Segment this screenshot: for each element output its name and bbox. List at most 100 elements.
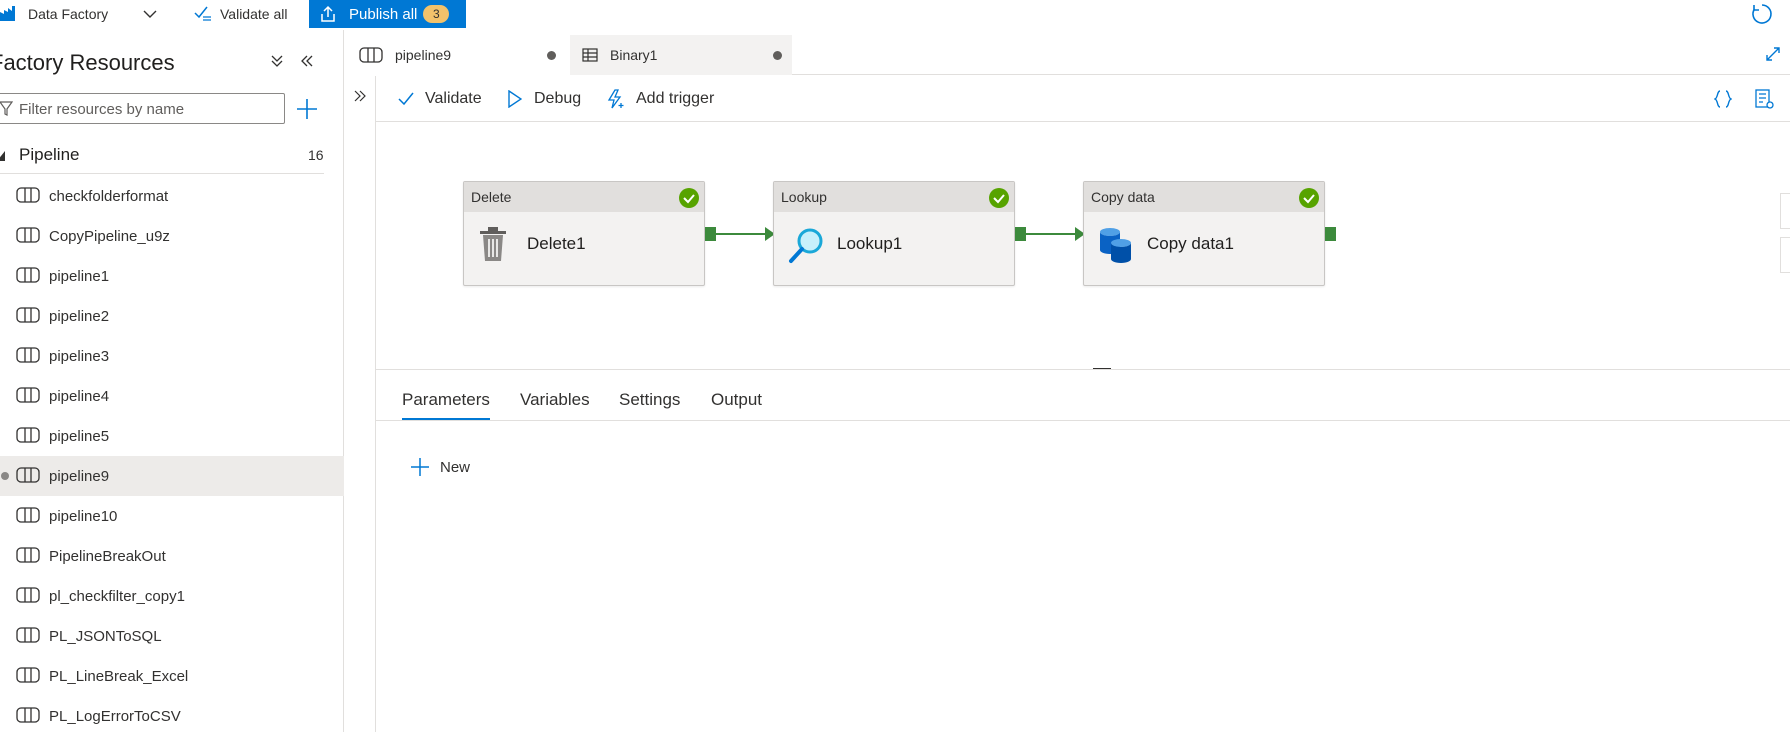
filter-icon bbox=[0, 101, 13, 117]
pipeline-icon bbox=[16, 427, 40, 447]
filter-box[interactable] bbox=[0, 93, 285, 124]
trash-icon bbox=[478, 226, 508, 265]
validate-label: Validate bbox=[425, 90, 482, 107]
unsaved-dot bbox=[773, 51, 782, 60]
factory-chevron-down-icon[interactable] bbox=[143, 0, 157, 28]
tab-binary1[interactable]: Binary1 bbox=[570, 35, 792, 75]
pipeline-list-item[interactable]: PL_JSONToSQL bbox=[0, 616, 344, 656]
activity-name: Delete1 bbox=[527, 234, 586, 253]
add-trigger-label: Add trigger bbox=[636, 90, 715, 107]
tab-settings[interactable]: Settings bbox=[619, 390, 680, 410]
refresh-icon[interactable] bbox=[1751, 0, 1773, 28]
tab-output[interactable]: Output bbox=[711, 390, 762, 410]
play-icon bbox=[508, 90, 522, 108]
connector-line bbox=[716, 233, 766, 235]
pipeline-icon bbox=[16, 307, 40, 327]
activity-type-label: Copy data bbox=[1084, 182, 1324, 212]
panel-title: Factory Resources bbox=[0, 50, 175, 75]
tab-label: pipeline9 bbox=[395, 47, 452, 63]
pipeline-icon bbox=[16, 667, 40, 687]
add-trigger-button[interactable]: Add trigger bbox=[606, 76, 714, 122]
debug-button[interactable]: Debug bbox=[508, 76, 581, 122]
canvas-control[interactable] bbox=[1780, 193, 1790, 229]
expand-panel-icon[interactable] bbox=[354, 90, 366, 102]
factory-icon bbox=[0, 6, 18, 22]
success-check-icon bbox=[989, 188, 1009, 208]
debug-label: Debug bbox=[534, 90, 582, 107]
collapse-panel-icon[interactable] bbox=[300, 54, 314, 68]
pipeline-list-item[interactable]: pipeline3 bbox=[0, 336, 344, 376]
pipeline-list-item[interactable]: PL_LineBreak_Excel bbox=[0, 656, 344, 696]
maximize-icon[interactable] bbox=[1765, 46, 1781, 62]
pipeline-list-item[interactable]: pipeline5 bbox=[0, 416, 344, 456]
category-count: 16 bbox=[308, 147, 324, 163]
collapse-triangle-icon bbox=[0, 151, 5, 161]
connector-line bbox=[1026, 233, 1076, 235]
activity-type-label: Lookup bbox=[774, 182, 1014, 212]
properties-icon[interactable] bbox=[1754, 76, 1774, 122]
editor-tabs: pipeline9 Binary1 bbox=[345, 35, 1790, 75]
output-port[interactable] bbox=[1015, 227, 1026, 241]
pipeline-icon bbox=[16, 267, 40, 287]
activity-copy-data[interactable]: Copy data Copy data1 bbox=[1083, 181, 1325, 286]
pipeline-list-item[interactable]: pipeline4 bbox=[0, 376, 344, 416]
unsaved-dot bbox=[1, 472, 9, 480]
publish-count-badge: 3 bbox=[423, 5, 450, 23]
new-parameter-button[interactable]: New bbox=[410, 452, 470, 482]
tab-parameters[interactable]: Parameters bbox=[402, 390, 490, 420]
pipeline-list-item[interactable]: PipelineBreakOut bbox=[0, 536, 344, 576]
factory-name: Data Factory bbox=[28, 6, 109, 22]
pipeline-icon bbox=[16, 187, 40, 207]
pipeline-list-item-selected[interactable]: pipeline9 bbox=[0, 456, 344, 496]
validate-button[interactable]: Validate bbox=[398, 76, 482, 122]
publish-all-label: Publish all bbox=[349, 5, 418, 23]
output-port[interactable] bbox=[705, 227, 716, 241]
publish-icon bbox=[319, 5, 337, 23]
pipeline-icon bbox=[16, 227, 40, 247]
pipeline-icon bbox=[16, 387, 40, 407]
pipeline-canvas[interactable]: Delete Delete1 Lookup Lookup1 Copy data bbox=[376, 123, 1790, 370]
pipeline-list-item[interactable]: PL_LogErrorToCSV bbox=[0, 696, 344, 736]
pipeline-icon bbox=[16, 507, 40, 527]
pipeline-icon bbox=[16, 547, 40, 567]
pipeline-list-item[interactable]: pl_checkfilter_copy1 bbox=[0, 576, 344, 616]
factory-resources-panel: Factory Resources Pipeline 16 checkfolde… bbox=[0, 30, 344, 732]
pipeline-category[interactable]: Pipeline 16 bbox=[0, 138, 324, 174]
trigger-icon bbox=[606, 89, 626, 109]
pipeline-list-item[interactable]: pipeline10 bbox=[0, 496, 344, 536]
tab-pipeline9[interactable]: pipeline9 bbox=[345, 35, 570, 75]
activity-type-label: Delete bbox=[464, 182, 704, 212]
success-check-icon bbox=[1299, 188, 1319, 208]
output-port[interactable] bbox=[1325, 227, 1336, 241]
pipeline-list-item[interactable]: CopyPipeline_u9z bbox=[0, 216, 344, 256]
tab-variables[interactable]: Variables bbox=[520, 390, 590, 410]
filter-input[interactable] bbox=[17, 98, 277, 120]
unsaved-dot bbox=[547, 51, 556, 60]
collapse-all-icon[interactable] bbox=[270, 54, 284, 68]
validate-all-label: Validate all bbox=[220, 6, 288, 22]
magnifier-icon bbox=[788, 226, 826, 267]
pipeline-icon bbox=[359, 47, 383, 63]
validate-all-button[interactable]: Validate all bbox=[194, 0, 287, 28]
check-icon bbox=[398, 92, 414, 106]
pipeline-list-item[interactable]: pipeline1 bbox=[0, 256, 344, 296]
database-copy-icon bbox=[1098, 226, 1134, 267]
publish-all-button[interactable]: Publish all 3 bbox=[309, 0, 466, 28]
pipeline-icon bbox=[16, 347, 40, 367]
pipeline-list-item[interactable]: checkfolderformat bbox=[0, 176, 344, 216]
activity-delete[interactable]: Delete Delete1 bbox=[463, 181, 705, 286]
validate-all-icon bbox=[194, 5, 212, 23]
activity-lookup[interactable]: Lookup Lookup1 bbox=[773, 181, 1015, 286]
pipeline-icon bbox=[16, 627, 40, 647]
expand-strip bbox=[345, 76, 376, 732]
pipeline-list-item[interactable]: pipeline2 bbox=[0, 296, 344, 336]
pipeline-icon bbox=[16, 707, 40, 727]
factory-selector[interactable]: Data Factory bbox=[0, 0, 108, 28]
add-resource-icon[interactable] bbox=[296, 98, 318, 120]
canvas-control[interactable] bbox=[1780, 237, 1790, 273]
resize-handle[interactable] bbox=[1093, 368, 1111, 369]
activity-name: Copy data1 bbox=[1147, 234, 1234, 253]
properties-tabs: Parameters Variables Settings Output bbox=[376, 371, 1790, 421]
code-icon[interactable] bbox=[1714, 76, 1732, 122]
table-icon bbox=[582, 48, 598, 62]
